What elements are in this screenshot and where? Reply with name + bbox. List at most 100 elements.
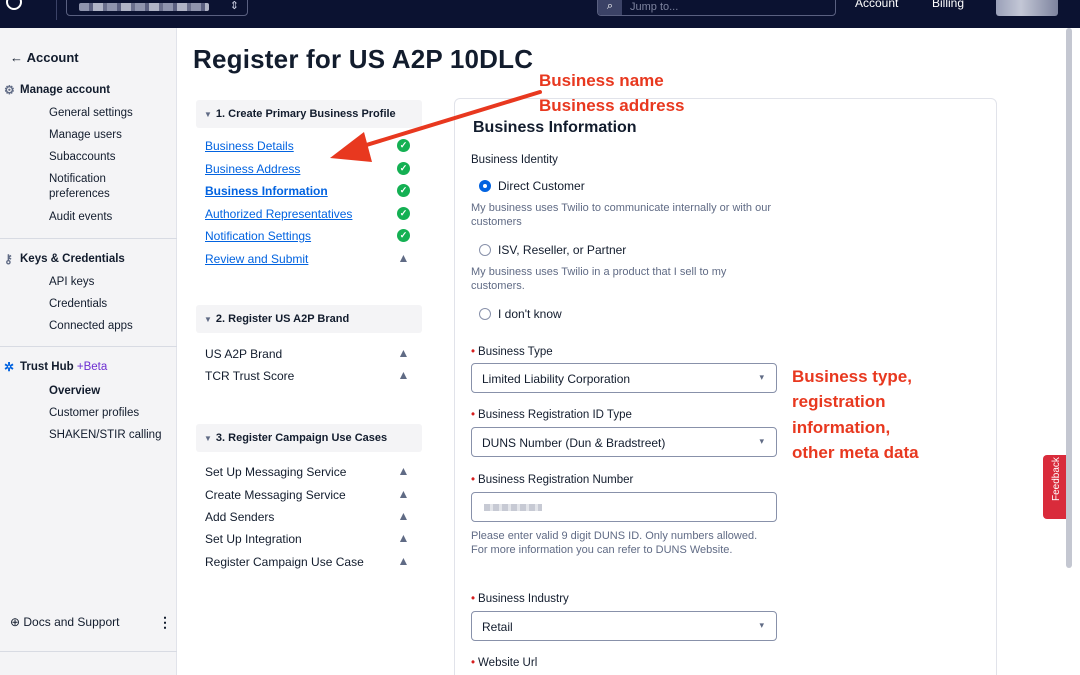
chevron-updown-icon: ⇕ [229,0,239,12]
lifebuoy-icon: ⊕ [10,615,24,629]
annotation-business-type: Business type, [792,367,912,386]
topnav-account[interactable]: Account [855,0,898,10]
step-header-label: 2. Register US A2P Brand [215,313,350,325]
arrow-head [330,132,372,162]
website-url-label: • Website Url [471,657,538,669]
step-item-label[interactable]: Business Address [205,162,300,176]
topnav-billing[interactable]: Billing [932,0,964,10]
step-item-label[interactable]: Business Information [205,184,328,198]
registration-id-type-select[interactable]: DUNS Number (Dun & Bradstreet) ▾ [471,427,777,457]
docs-and-support-link[interactable]: ⊕ Docs and Support [10,615,119,629]
radio-label-isv[interactable]: ISV, Reseller, or Partner [498,243,626,257]
chevron-down-icon: ▾ [759,372,764,382]
sidebar-item-api-keys[interactable]: API keys [49,275,94,290]
section-title: Keys & Credentials [20,253,125,265]
step-header-3[interactable]: ▼ 3. Register Campaign Use Cases [196,424,422,452]
triangle-down-icon: ▼ [204,315,212,324]
step-item-label[interactable]: Authorized Representatives [205,207,352,221]
step-header-2[interactable]: ▼ 2. Register US A2P Brand [196,305,422,333]
step-item-register-campaign-use-case: Register Campaign Use Case ▲ [205,554,410,570]
radio-isv-reseller-partner[interactable] [479,244,491,256]
trust-hub-icon: ✲ [4,360,15,374]
twilio-logo-icon[interactable] [6,0,22,10]
step-item-business-information[interactable]: Business Information ✓ [205,183,410,199]
beta-badge: +Beta [76,361,108,373]
search-placeholder[interactable]: Jump to... [630,1,678,13]
annotation-business-address: Business address [539,96,685,115]
step-item-label: Create Messaging Service [205,488,346,502]
sidebar-section-keys[interactable]: ⚷ Keys & Credentials [4,253,125,266]
scrollbar[interactable] [1066,28,1072,568]
sidebar-item-manage-users[interactable]: Manage users [49,128,122,143]
top-bar: ⇕ ⌕ Jump to... Account Billing [0,0,1080,28]
sidebar-item-general-settings[interactable]: General settings [49,106,133,121]
gear-icon: ⚙ [4,83,15,97]
business-industry-select[interactable]: Retail ▾ [471,611,777,641]
annotation-meta-data: other meta data [792,443,919,462]
search-icon[interactable]: ⌕ [598,0,622,15]
radio-direct-customer[interactable] [479,180,491,192]
sidebar-item-overview[interactable]: Overview [49,384,100,399]
step-item-create-messaging-service: Create Messaging Service ▲ [205,487,410,503]
step-item-tcr-trust-score: TCR Trust Score ▲ [205,368,410,384]
registration-number-help: Please enter valid 9 digit DUNS ID. Only… [471,530,758,556]
divider [0,651,177,652]
sidebar-item-audit-events[interactable]: Audit events [49,210,112,225]
warning-icon: ▲ [397,487,410,501]
chevron-down-icon: ▾ [759,436,764,446]
step-item-review-and-submit[interactable]: Review and Submit ▲ [205,251,410,267]
sidebar-item-subaccounts[interactable]: Subaccounts [49,150,116,165]
step-item-label[interactable]: Review and Submit [205,252,308,266]
page-title: Register for US A2P 10DLC [193,44,534,74]
triangle-down-icon: ▼ [204,434,212,443]
check-circle-icon: ✓ [397,207,410,220]
account-switcher[interactable]: ⇕ [66,0,248,16]
step-item-label[interactable]: Notification Settings [205,229,311,243]
sidebar-item-customer-profiles[interactable]: Customer profiles [49,406,139,421]
step-item-label: TCR Trust Score [205,369,295,383]
sidebar-item-connected-apps[interactable]: Connected apps [49,319,133,334]
help-isv: My business uses Twilio in a product tha… [471,266,727,292]
step-item-label[interactable]: Business Details [205,139,294,153]
triangle-down-icon: ▼ [204,110,212,119]
sidebar: ← Account ⚙ Manage account General setti… [0,28,177,675]
divider [0,346,177,347]
back-to-account-link[interactable]: ← Account [10,50,79,65]
sidebar-item-notification-preferences[interactable]: Notification preferences [49,172,129,202]
sidebar-section-trust-hub[interactable]: ✲ Trust Hub +Beta [4,361,108,374]
warning-icon: ▲ [397,368,410,382]
docs-label: Docs and Support [23,615,120,629]
annotation-business-name: Business name [539,71,664,90]
step-item-label: Register Campaign Use Case [205,555,364,569]
radio-i-dont-know[interactable] [479,308,491,320]
warning-icon: ▲ [397,531,410,545]
warning-icon: ▲ [397,251,410,265]
warning-icon: ▲ [397,464,410,478]
annotation-arrow [330,90,542,162]
select-value: Limited Liability Corporation [482,372,631,386]
warning-icon: ▲ [397,509,410,523]
divider [0,238,177,239]
registration-number-redacted [484,504,542,511]
step-item-notification-settings[interactable]: Notification Settings ✓ [205,228,410,244]
radio-label-i-dont-know[interactable]: I don't know [498,307,562,321]
step-item-label: Set Up Messaging Service [205,465,347,479]
radio-label-direct-customer[interactable]: Direct Customer [498,179,585,193]
sidebar-item-shaken-stir[interactable]: SHAKEN/STIR calling [49,428,161,443]
search-box[interactable]: ⌕ Jump to... [597,0,836,16]
registration-number-input[interactable] [471,492,777,522]
sidebar-item-credentials[interactable]: Credentials [49,297,107,312]
business-type-select[interactable]: Limited Liability Corporation ▾ [471,363,777,393]
registration-id-type-label: • Business Registration ID Type [471,409,632,421]
feedback-label: Feedback [1051,457,1062,501]
step-item-label: US A2P Brand [205,347,283,361]
avatar[interactable] [996,0,1058,16]
more-options-icon[interactable]: ⋮ [158,614,172,631]
arrow-left-icon: ← [10,50,27,65]
divider [56,0,57,20]
sidebar-section-manage-account[interactable]: ⚙ Manage account [4,84,111,97]
step-item-authorized-representatives[interactable]: Authorized Representatives ✓ [205,206,410,222]
annotation-registration: registration [792,392,886,411]
step-item-set-up-messaging-service: Set Up Messaging Service ▲ [205,464,410,480]
section-title: Manage account [20,84,111,96]
